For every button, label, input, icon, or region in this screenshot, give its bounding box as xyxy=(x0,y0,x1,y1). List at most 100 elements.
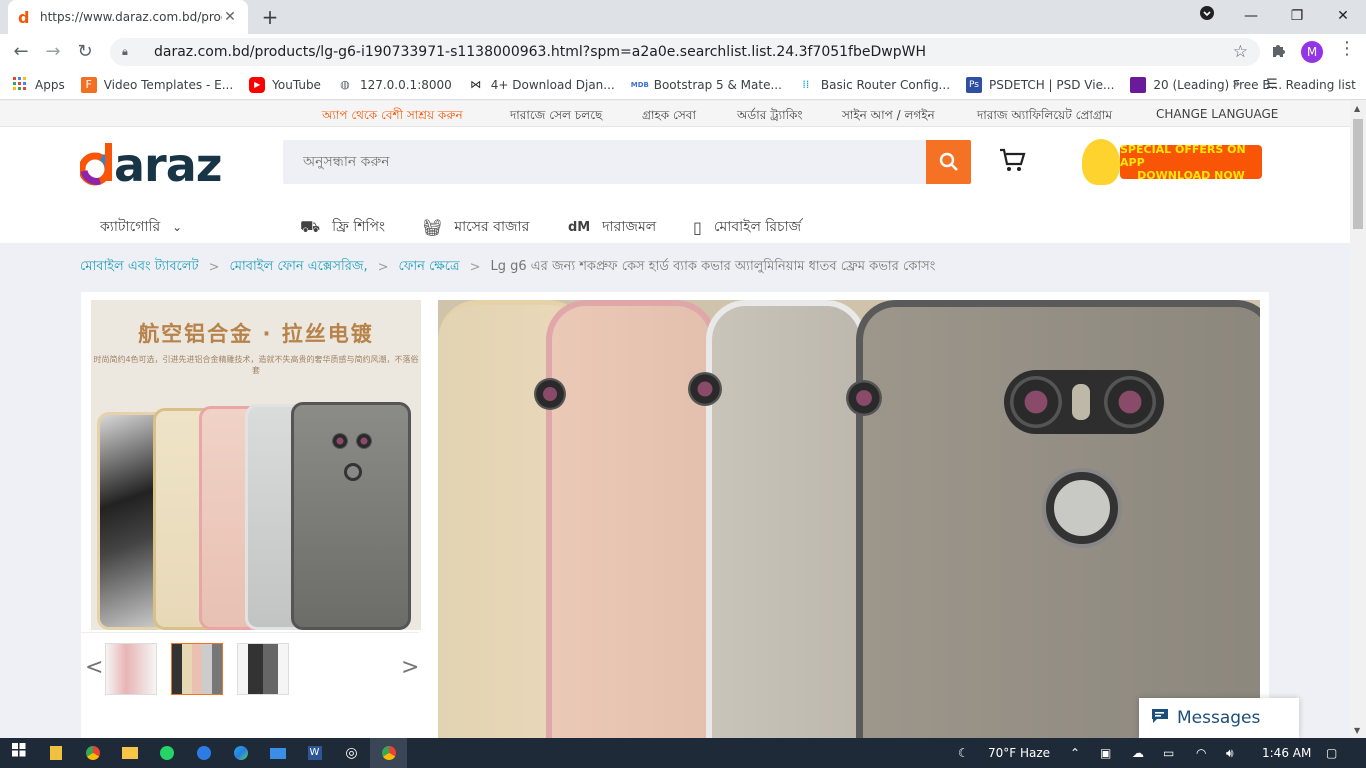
chevron-right-icon[interactable]: > xyxy=(401,655,419,680)
apps-grid-icon xyxy=(12,76,28,93)
mail-icon[interactable] xyxy=(259,738,296,768)
search-box xyxy=(283,140,971,184)
chrome-active-icon[interactable] xyxy=(370,738,407,768)
scroll-up-icon[interactable]: ▲ xyxy=(1354,104,1360,113)
mobile-phone-icon: ▯ xyxy=(693,217,702,237)
breadcrumb-current: Lg g6 এর জন্য শকপ্রুফ কেস হার্ড ব্যাক কভ… xyxy=(490,259,936,274)
back-arrow-icon[interactable]: ← xyxy=(6,37,36,67)
browser-toolbar: ← → ↻ 🔒︎ daraz.com.bd/products/lg-g6-i19… xyxy=(0,34,1366,70)
bookmark-star-icon[interactable]: ☆ xyxy=(1233,42,1248,62)
camera-lens-icon xyxy=(846,380,882,416)
bookmark-localhost[interactable]: ◍ 127.0.0.1:8000 xyxy=(337,77,452,93)
bookmark-router[interactable]: ⁞⁞ Basic Router Config... xyxy=(798,77,950,93)
file-explorer-icon[interactable] xyxy=(111,738,148,768)
chevron-left-icon[interactable]: < xyxy=(85,655,103,680)
more-bookmarks-chevron-icon[interactable]: » xyxy=(1232,76,1241,92)
meet-now-icon[interactable]: ▣ xyxy=(1100,738,1111,768)
close-window-button[interactable]: ✕ xyxy=(1320,0,1366,32)
sell-on-daraz-link[interactable]: দারাজে সেল চলছে xyxy=(510,107,602,127)
whatsapp-icon[interactable] xyxy=(148,738,185,768)
categories-dropdown[interactable]: ক্যাটাগোরি ⌄ xyxy=(100,215,182,239)
scroll-down-icon[interactable]: ▼ xyxy=(1354,726,1360,735)
gallery-title: 航空铝合金 · 拉丝电镀 xyxy=(138,322,374,346)
word-icon[interactable]: W xyxy=(296,738,333,768)
onedrive-cloud-icon[interactable]: ☁ xyxy=(1132,738,1144,768)
browser-tab[interactable]: d https://www.daraz.com.bd/produ ✕ xyxy=(8,0,248,34)
chat-app-icon[interactable] xyxy=(185,738,222,768)
sync-app-icon[interactable]: ◎ xyxy=(333,738,370,768)
breadcrumb-item[interactable]: মোবাইল ফোন এক্সেসরিজ, xyxy=(229,257,367,278)
tray-chevron-up-icon[interactable]: ⌃ xyxy=(1070,738,1080,768)
app-promo-banner[interactable]: SPECIAL OFFERS ON APP DOWNLOAD NOW xyxy=(1082,139,1262,185)
reload-icon[interactable]: ↻ xyxy=(70,37,100,67)
page-scrollbar[interactable]: ▲ ▼ xyxy=(1350,101,1366,738)
photoshop-icon: Ps xyxy=(966,76,983,93)
cart-icon xyxy=(1000,148,1026,171)
mobile-recharge-link[interactable]: ▯ মোবাইল রিচার্জ xyxy=(693,215,801,239)
daraz-logo[interactable]: araz xyxy=(78,139,223,202)
bookmark-youtube[interactable]: ▶ YouTube xyxy=(249,76,321,93)
thumbnail-3[interactable] xyxy=(237,643,289,695)
free-shipping-label: ফ্রি শিপিং xyxy=(332,219,386,235)
bookmark-label: Basic Router Config... xyxy=(820,77,951,92)
browser-menu-icon[interactable]: ⋮ xyxy=(1338,38,1356,59)
camera-lens-icon xyxy=(1010,376,1062,428)
bookmark-label: Video Templates - E... xyxy=(103,77,234,92)
extensions-puzzle-icon[interactable] xyxy=(1271,42,1287,62)
change-language-link[interactable]: CHANGE LANGUAGE xyxy=(1156,107,1278,121)
edge-icon[interactable] xyxy=(222,738,259,768)
scrollbar-thumb[interactable] xyxy=(1353,119,1363,229)
thumbnail-2[interactable] xyxy=(171,643,223,695)
breadcrumb-item[interactable]: মোবাইল এবং ট্যাবলেট xyxy=(80,257,199,278)
close-tab-icon[interactable]: ✕ xyxy=(222,9,238,25)
bookmark-psdetch[interactable]: Ps PSDETCH | PSD Vie... xyxy=(966,76,1114,93)
reading-list-button[interactable]: ☰ Reading list xyxy=(1266,77,1356,92)
bookmark-apps[interactable]: Apps xyxy=(12,76,65,93)
lock-icon[interactable]: 🔒︎ xyxy=(122,45,136,59)
chrome-icon[interactable] xyxy=(74,738,111,768)
search-button[interactable] xyxy=(926,140,971,184)
restore-button[interactable]: ❐ xyxy=(1274,0,1320,32)
browser-tab-bar: d https://www.daraz.com.bd/produ ✕ + — ❐… xyxy=(0,0,1366,34)
phone-gray-image xyxy=(291,402,411,630)
weather-text[interactable]: 70°F Haze xyxy=(988,738,1050,768)
cart-button[interactable] xyxy=(998,147,1026,180)
free-shipping-link[interactable]: ⛟ ফ্রি শিপিং xyxy=(300,215,385,239)
monthly-bazar-link[interactable]: 🧺︎ মাসের বাজার xyxy=(422,215,529,239)
profile-avatar[interactable]: M xyxy=(1301,41,1323,63)
messages-button[interactable]: Messages xyxy=(1139,698,1299,738)
calculator-icon[interactable] xyxy=(37,738,74,768)
wifi-icon[interactable]: ◠ xyxy=(1196,738,1206,768)
affiliate-program-link[interactable]: দারাজ অ্যাফিলিয়েট প্রোগ্রাম xyxy=(977,107,1112,127)
breadcrumb-item[interactable]: ফোন ক্ষেত্রে xyxy=(399,257,460,278)
thumbnail-1[interactable] xyxy=(105,643,157,695)
clock-time[interactable]: 1:46 AM xyxy=(1262,738,1311,768)
order-tracking-link[interactable]: অর্ডার ট্র্যাকিং xyxy=(737,107,803,127)
product-main-image[interactable] xyxy=(438,300,1260,738)
address-bar[interactable]: 🔒︎ daraz.com.bd/products/lg-g6-i19073397… xyxy=(110,38,1260,66)
notifications-icon[interactable]: ▢ xyxy=(1326,738,1337,768)
chevron-right-icon: > xyxy=(377,260,389,275)
search-input[interactable] xyxy=(283,140,923,184)
forward-arrow-icon[interactable]: → xyxy=(38,37,68,67)
tab-search-icon[interactable] xyxy=(1184,0,1230,32)
daraz-mall-link[interactable]: dM দারাজমল xyxy=(568,215,656,239)
bookmark-django[interactable]: ⋈ 4+ Download Djan... xyxy=(468,77,615,93)
app-offer-link[interactable]: অ্যাপ থেকে বেশী সাশ্রয় করুন xyxy=(322,107,463,127)
windows-start-icon[interactable] xyxy=(0,738,37,768)
bookmark-colorlib[interactable]: 20 (Leading) Free B... xyxy=(1130,76,1282,93)
chevron-right-icon: > xyxy=(208,260,220,275)
camera-lens-icon xyxy=(534,378,566,410)
bookmark-label: Bootstrap 5 & Mate... xyxy=(653,77,782,92)
bookmark-label: 4+ Download Djan... xyxy=(490,77,615,92)
signup-login-link[interactable]: সাইন আপ / লগইন xyxy=(842,107,935,127)
minimize-button[interactable]: — xyxy=(1228,0,1274,32)
customer-care-link[interactable]: গ্রাহক সেবা xyxy=(642,107,696,127)
bookmark-bootstrap[interactable]: MDB Bootstrap 5 & Mate... xyxy=(631,77,782,93)
product-gallery-image[interactable]: 航空铝合金 · 拉丝电镀 时尚简约4色可选，引进先进铝合金精雕技术，造就不失高贵… xyxy=(91,300,421,630)
weather-moon-icon[interactable]: ☾ xyxy=(958,738,969,768)
new-tab-button[interactable]: + xyxy=(258,5,282,29)
volume-icon[interactable]: 🔊︎ xyxy=(1226,738,1234,768)
bookmark-video-templates[interactable]: F Video Templates - E... xyxy=(80,76,234,93)
battery-icon[interactable]: ▭ xyxy=(1163,738,1174,768)
